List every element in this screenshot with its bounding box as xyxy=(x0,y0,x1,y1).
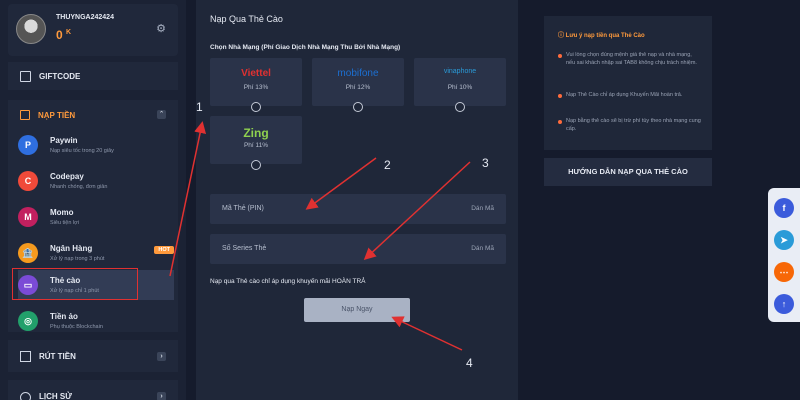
facebook-icon[interactable]: f xyxy=(774,198,794,218)
payment-title: Ngân Hàng xyxy=(50,244,93,253)
username: THUYNGA242424 xyxy=(56,14,114,21)
submit-button[interactable]: Nạp Ngay xyxy=(304,298,410,322)
page-title: Nạp Qua Thẻ Cào xyxy=(210,14,283,24)
annotation-2: 2 xyxy=(384,158,391,172)
payment-title: Momo xyxy=(50,208,74,217)
carrier-card-mobifone[interactable]: mobifone Phí 12% xyxy=(312,58,404,112)
bank-icon: 🏦 xyxy=(18,243,38,263)
carrier-radio[interactable] xyxy=(455,102,465,112)
balance: 0 K xyxy=(56,28,72,42)
carrier-card-viettel[interactable]: Viettel Phí 13% xyxy=(210,58,302,112)
main-panel: Nạp Qua Thẻ Cào Chọn Nhà Mạng (Phí Giao … xyxy=(196,0,518,400)
withdraw-icon xyxy=(20,350,31,362)
annotation-4: 4 xyxy=(466,356,473,370)
viettel-logo: Viettel xyxy=(241,68,271,79)
payment-method-0[interactable]: P Paywin Nạp siêu tốc trong 20 giây xyxy=(18,130,174,160)
gift-icon xyxy=(20,70,31,82)
payment-subtitle: Nạp siêu tốc trong 20 giây xyxy=(50,148,114,154)
carrier-radio[interactable] xyxy=(251,160,261,170)
carrier-radio[interactable] xyxy=(353,102,363,112)
carrier-card-vinaphone[interactable]: vinaphone Phí 10% xyxy=(414,58,506,112)
carrier-card-zing[interactable]: Zing Phí 11% xyxy=(210,116,302,170)
annotation-3: 3 xyxy=(482,156,489,170)
bullet-icon xyxy=(558,54,562,58)
payment-method-5[interactable]: ◎ Tiền ảo Phụ thuộc Blockchain xyxy=(18,306,174,336)
annotation-1: 1 xyxy=(196,100,203,114)
payment-subtitle: Xử lý nạp trong 3 phút xyxy=(50,256,105,262)
bullet-icon xyxy=(558,94,562,98)
info-panel: ⓘ Lưu ý nạp tiền qua Thẻ Cào Vui lòng ch… xyxy=(544,16,712,150)
chevron-right-icon: › xyxy=(157,392,166,400)
history-icon xyxy=(20,392,31,400)
payment-subtitle: Siêu tiện lợi xyxy=(50,220,79,226)
floating-contact-bar: f ➤ ⋯ ↑ xyxy=(768,188,800,322)
sidebar-item-lich-su[interactable]: LỊCH SỬ › xyxy=(8,380,178,400)
gear-icon[interactable]: ⚙ xyxy=(156,22,166,35)
chevron-right-icon: › xyxy=(157,351,166,361)
nap-tien-header[interactable]: NẠP TIỀN xyxy=(20,110,75,120)
chevron-up-icon[interactable]: ⌃ xyxy=(157,110,166,119)
mobifone-logo: mobifone xyxy=(337,68,379,79)
wallet-icon xyxy=(20,110,30,120)
hot-badge: HOT xyxy=(154,246,174,254)
pin-field[interactable]: Mã Thẻ (PIN) Dán Mã xyxy=(210,194,506,224)
payment-subtitle: Nhanh chóng, đơn giản xyxy=(50,184,108,190)
crypto-icon: ◎ xyxy=(18,311,38,331)
payment-method-2[interactable]: M Momo Siêu tiện lợi xyxy=(18,202,174,232)
zing-logo: Zing xyxy=(243,126,269,140)
sidebar: THUYNGA242424 0 K ⚙ GIFTCODE NẠP TIỀN ⌃ … xyxy=(0,0,186,400)
payment-method-3[interactable]: 🏦 Ngân Hàng Xử lý nạp trong 3 phút HOT xyxy=(18,238,174,268)
profile-card: THUYNGA242424 0 K ⚙ xyxy=(8,4,178,56)
carrier-radio[interactable] xyxy=(251,102,261,112)
guide-button[interactable]: HƯỚNG DẪN NẠP QUA THẺ CÀO xyxy=(544,158,712,186)
carrier-label: Chọn Nhà Mạng (Phí Giao Dịch Nhà Mạng Th… xyxy=(210,44,401,51)
serial-field[interactable]: Số Series Thẻ Dán Mã xyxy=(210,234,506,264)
payment-title: Paywin xyxy=(50,136,78,145)
payment-method-1[interactable]: C Codepay Nhanh chóng, đơn giản xyxy=(18,166,174,196)
chat-icon[interactable]: ⋯ xyxy=(774,262,794,282)
paste-pin-button[interactable]: Dán Mã xyxy=(471,205,494,212)
codepay-icon: C xyxy=(18,171,38,191)
info-title: ⓘ Lưu ý nạp tiền qua Thẻ Cào xyxy=(558,33,645,39)
avatar[interactable] xyxy=(16,14,46,44)
vinaphone-logo: vinaphone xyxy=(443,68,477,75)
sidebar-item-giftcode[interactable]: GIFTCODE xyxy=(8,62,178,90)
payment-subtitle: Phụ thuộc Blockchain xyxy=(50,324,103,330)
payment-title: Codepay xyxy=(50,172,84,181)
bullet-icon xyxy=(558,120,562,124)
telegram-icon[interactable]: ➤ xyxy=(774,230,794,250)
highlight-box xyxy=(12,268,138,300)
sidebar-item-rut-tien[interactable]: RÚT TIỀN › xyxy=(8,340,178,372)
payment-title: Tiền ảo xyxy=(50,312,78,321)
paywin-icon: P xyxy=(18,135,38,155)
momo-icon: M xyxy=(18,207,38,227)
scroll-top-icon[interactable]: ↑ xyxy=(774,294,794,314)
paste-serial-button[interactable]: Dán Mã xyxy=(471,245,494,252)
promo-note: Nạp qua Thẻ cào chỉ áp dụng khuyến mãi H… xyxy=(210,278,366,285)
